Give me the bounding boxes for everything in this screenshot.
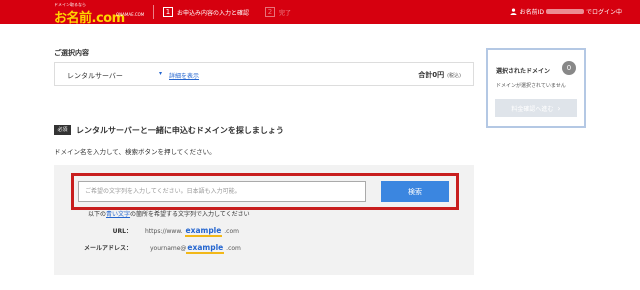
- url-example-prefix: https://www.: [145, 228, 183, 235]
- top-bar: ドメイン取るなら お名前.com ONAMAE.COM 1 お申込み内容の入力と…: [0, 0, 640, 26]
- redacted-user-id: [545, 9, 584, 14]
- header-divider: [153, 5, 154, 19]
- logo-sub-brand: ONAMAE.COM: [116, 12, 145, 17]
- input-hint: 以下の青い文字の箇所を希望する文字列で入力してください: [88, 209, 250, 218]
- step-2-label: 完了: [279, 9, 292, 17]
- email-example-word: example: [186, 243, 225, 254]
- domain-search-heading: レンタルサーバーと一緒に申込むドメインを探しましょう: [76, 126, 284, 135]
- domain-search-instruction: ドメイン名を入力して、検索ボタンを押してください。: [54, 148, 216, 156]
- url-example: https://www. example .com: [145, 226, 239, 237]
- step-1: 1 お申込み内容の入力と確認: [163, 6, 249, 18]
- email-example-suffix: .com: [226, 245, 241, 252]
- email-example-label: メールアドレス：: [83, 245, 132, 252]
- step-1-label: お申込み内容の入力と確認: [177, 9, 250, 17]
- url-example-label: URL：: [112, 228, 132, 235]
- chevron-right-icon: ›: [557, 103, 561, 113]
- step-2: 2 完了: [265, 6, 291, 18]
- step-2-number: 2: [265, 7, 275, 17]
- confirm-price-label: 料金確認へ進む: [511, 105, 554, 113]
- url-example-suffix: .com: [224, 228, 239, 235]
- total-price: 合計0円 (税込): [418, 70, 461, 80]
- search-highlight-frame: [71, 173, 459, 210]
- email-example-prefix: yourname@: [150, 245, 187, 252]
- selected-domains-panel: 選択されたドメイン 0 ドメインが選択されていません 料金確認へ進む ›: [486, 48, 586, 128]
- step-1-number: 1: [163, 7, 173, 17]
- email-example: yourname@example .com: [150, 243, 241, 254]
- user-status-prefix: お名前ID: [519, 9, 544, 16]
- tax-note: (税込): [447, 73, 461, 79]
- selected-item: レンタルサーバー: [67, 72, 123, 80]
- selection-title: ご選択内容: [54, 49, 89, 57]
- selected-domains-title: 選択されたドメイン: [496, 68, 551, 75]
- hint-suffix: の箇所を希望する文字列で入力してください: [130, 211, 250, 218]
- user-status-suffix: でログイン中: [585, 9, 622, 16]
- hint-blue-text: 青い文字: [106, 211, 131, 218]
- confirm-price-button[interactable]: 料金確認へ進む ›: [495, 99, 577, 117]
- no-domain-message: ドメインが選択されていません: [496, 83, 566, 89]
- hint-prefix: 以下の: [88, 211, 107, 218]
- logo-name: お名前.com: [54, 11, 125, 26]
- user-icon: [510, 8, 517, 15]
- selection-summary: レンタルサーバー ▾ 詳細を表示 合計0円 (税込): [54, 62, 474, 86]
- url-example-word: example: [184, 226, 223, 237]
- show-details-link[interactable]: 詳細を表示: [169, 71, 199, 80]
- selected-domains-count-badge: 0: [562, 61, 576, 75]
- onamae-logo[interactable]: ドメイン取るなら お名前.com ONAMAE.COM: [54, 2, 144, 26]
- required-badge: 必須: [54, 125, 71, 135]
- chevron-down-icon[interactable]: ▾: [159, 70, 162, 77]
- total-amount: 合計0円: [418, 71, 445, 79]
- user-status[interactable]: お名前ID でログイン中: [510, 7, 622, 16]
